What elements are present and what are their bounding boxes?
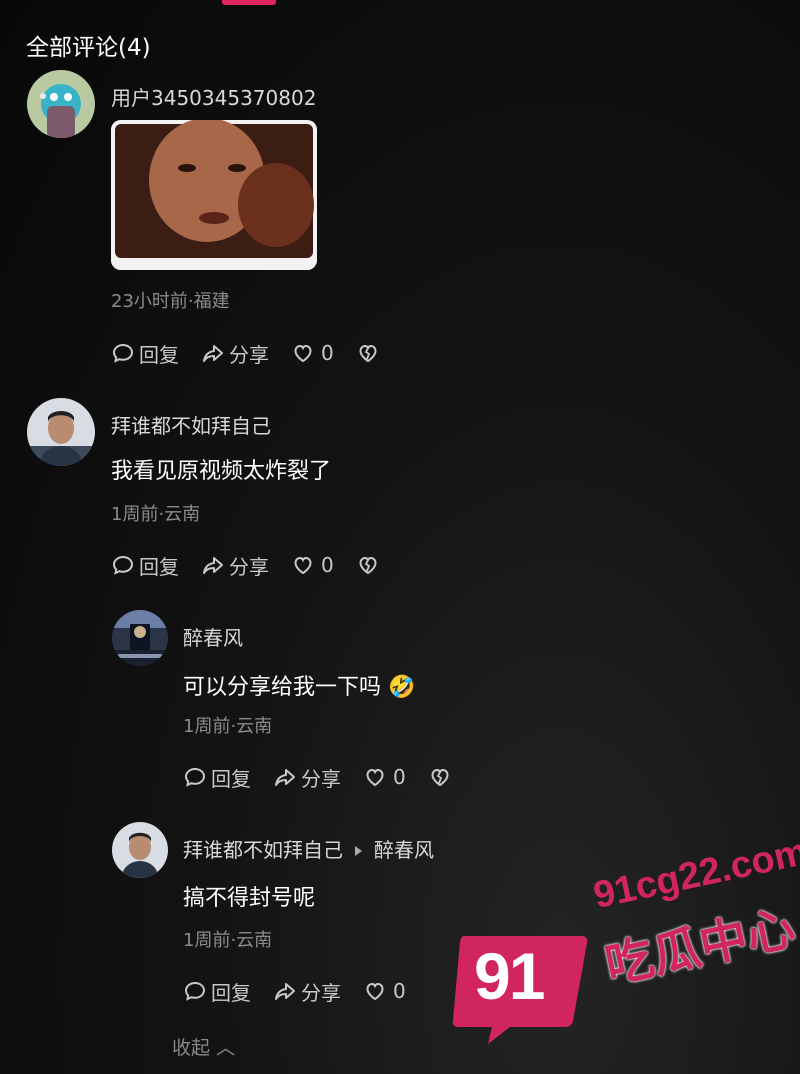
share-label: 分享 (301, 766, 341, 791)
comment-meta: 23小时前·福建 (111, 291, 230, 312)
share-button[interactable]: 分享 (201, 339, 269, 368)
comment-username[interactable]: 醉春风 (183, 622, 243, 651)
watermark: 91 91cg22.com 吃瓜中心 (440, 831, 800, 1060)
dislike-button[interactable] (356, 553, 384, 577)
comment-username[interactable]: 拜谁都不如拜自己 (111, 410, 271, 439)
comment-meta: 1周前·云南 (183, 930, 273, 951)
share-icon (203, 557, 223, 574)
reply-button[interactable]: 回复 (111, 339, 179, 368)
reply-button[interactable]: 回复 (111, 551, 179, 580)
dislike-button[interactable] (428, 765, 456, 789)
avatar[interactable] (27, 70, 95, 138)
top-indicator (222, 0, 276, 5)
comment-text: 我看见原视频太炸裂了 (111, 459, 332, 484)
watermark-number: 91 (474, 939, 545, 1013)
share-label: 分享 (301, 980, 341, 1005)
comment-icon (184, 981, 206, 1001)
share-label: 分享 (229, 342, 269, 367)
reply-label: 回复 (211, 980, 251, 1005)
comment-username[interactable]: 用户3450345370802 (111, 82, 316, 111)
reply-button[interactable]: 回复 (183, 977, 251, 1006)
broken-heart-icon (359, 556, 377, 575)
like-button[interactable]: 0 (363, 765, 406, 789)
share-button[interactable]: 分享 (201, 551, 269, 580)
collapse-button[interactable]: 收起 ︿ (172, 1033, 235, 1060)
share-button[interactable]: 分享 (273, 977, 341, 1006)
share-icon (275, 769, 295, 786)
comment-image[interactable] (111, 120, 317, 270)
avatar[interactable] (27, 398, 95, 466)
comment-icon (184, 767, 206, 787)
reply-button[interactable]: 回复 (183, 763, 251, 792)
avatar[interactable] (112, 610, 168, 666)
like-button[interactable]: 0 (363, 979, 406, 1003)
like-count: 0 (393, 765, 406, 789)
like-count: 0 (321, 553, 334, 577)
comment-meta: 1周前·云南 (183, 716, 273, 737)
comment-text: 搞不得封号呢 (183, 886, 316, 911)
share-icon (203, 345, 223, 362)
broken-heart-icon (431, 768, 449, 787)
reply-label: 回复 (211, 766, 251, 791)
reply-label: 回复 (139, 554, 179, 579)
like-count: 0 (321, 341, 334, 365)
like-button[interactable]: 0 (291, 341, 334, 365)
share-label: 分享 (229, 554, 269, 579)
heart-icon (294, 344, 312, 363)
comment-username: 拜谁都不如拜自己 醉春风 (183, 834, 434, 863)
comment-text: 可以分享给我一下吗 🤣 (183, 669, 415, 701)
reply-label: 回复 (139, 342, 179, 367)
comment-meta: 1周前·云南 (111, 504, 201, 525)
heart-icon (294, 556, 312, 575)
reply-target[interactable]: 醉春风 (374, 838, 434, 862)
reply-author[interactable]: 拜谁都不如拜自己 (183, 838, 343, 862)
chevron-up-icon: ︿ (216, 1037, 236, 1059)
like-button[interactable]: 0 (291, 553, 334, 577)
broken-heart-icon (359, 344, 377, 363)
collapse-label: 收起 (172, 1037, 211, 1059)
section-title: 全部评论(4) (26, 35, 151, 61)
laughing-emoji-icon: 🤣 (388, 675, 416, 700)
heart-icon (366, 768, 384, 787)
heart-icon (366, 982, 384, 1001)
like-count: 0 (393, 979, 406, 1003)
comment-actions: 回复 分享 0 (183, 762, 478, 792)
comment-icon (112, 555, 134, 575)
dislike-button[interactable] (356, 341, 384, 365)
comment-text-body: 可以分享给我一下吗 (183, 675, 382, 700)
share-icon (275, 983, 295, 1000)
comment-actions: 回复 分享 0 (183, 976, 428, 1006)
avatar[interactable] (112, 822, 168, 878)
comment-icon (112, 343, 134, 363)
share-button[interactable]: 分享 (273, 763, 341, 792)
comment-actions: 回复 分享 0 (111, 338, 406, 368)
comment-actions: 回复 分享 0 (111, 550, 406, 580)
reply-arrow-icon (355, 845, 362, 856)
